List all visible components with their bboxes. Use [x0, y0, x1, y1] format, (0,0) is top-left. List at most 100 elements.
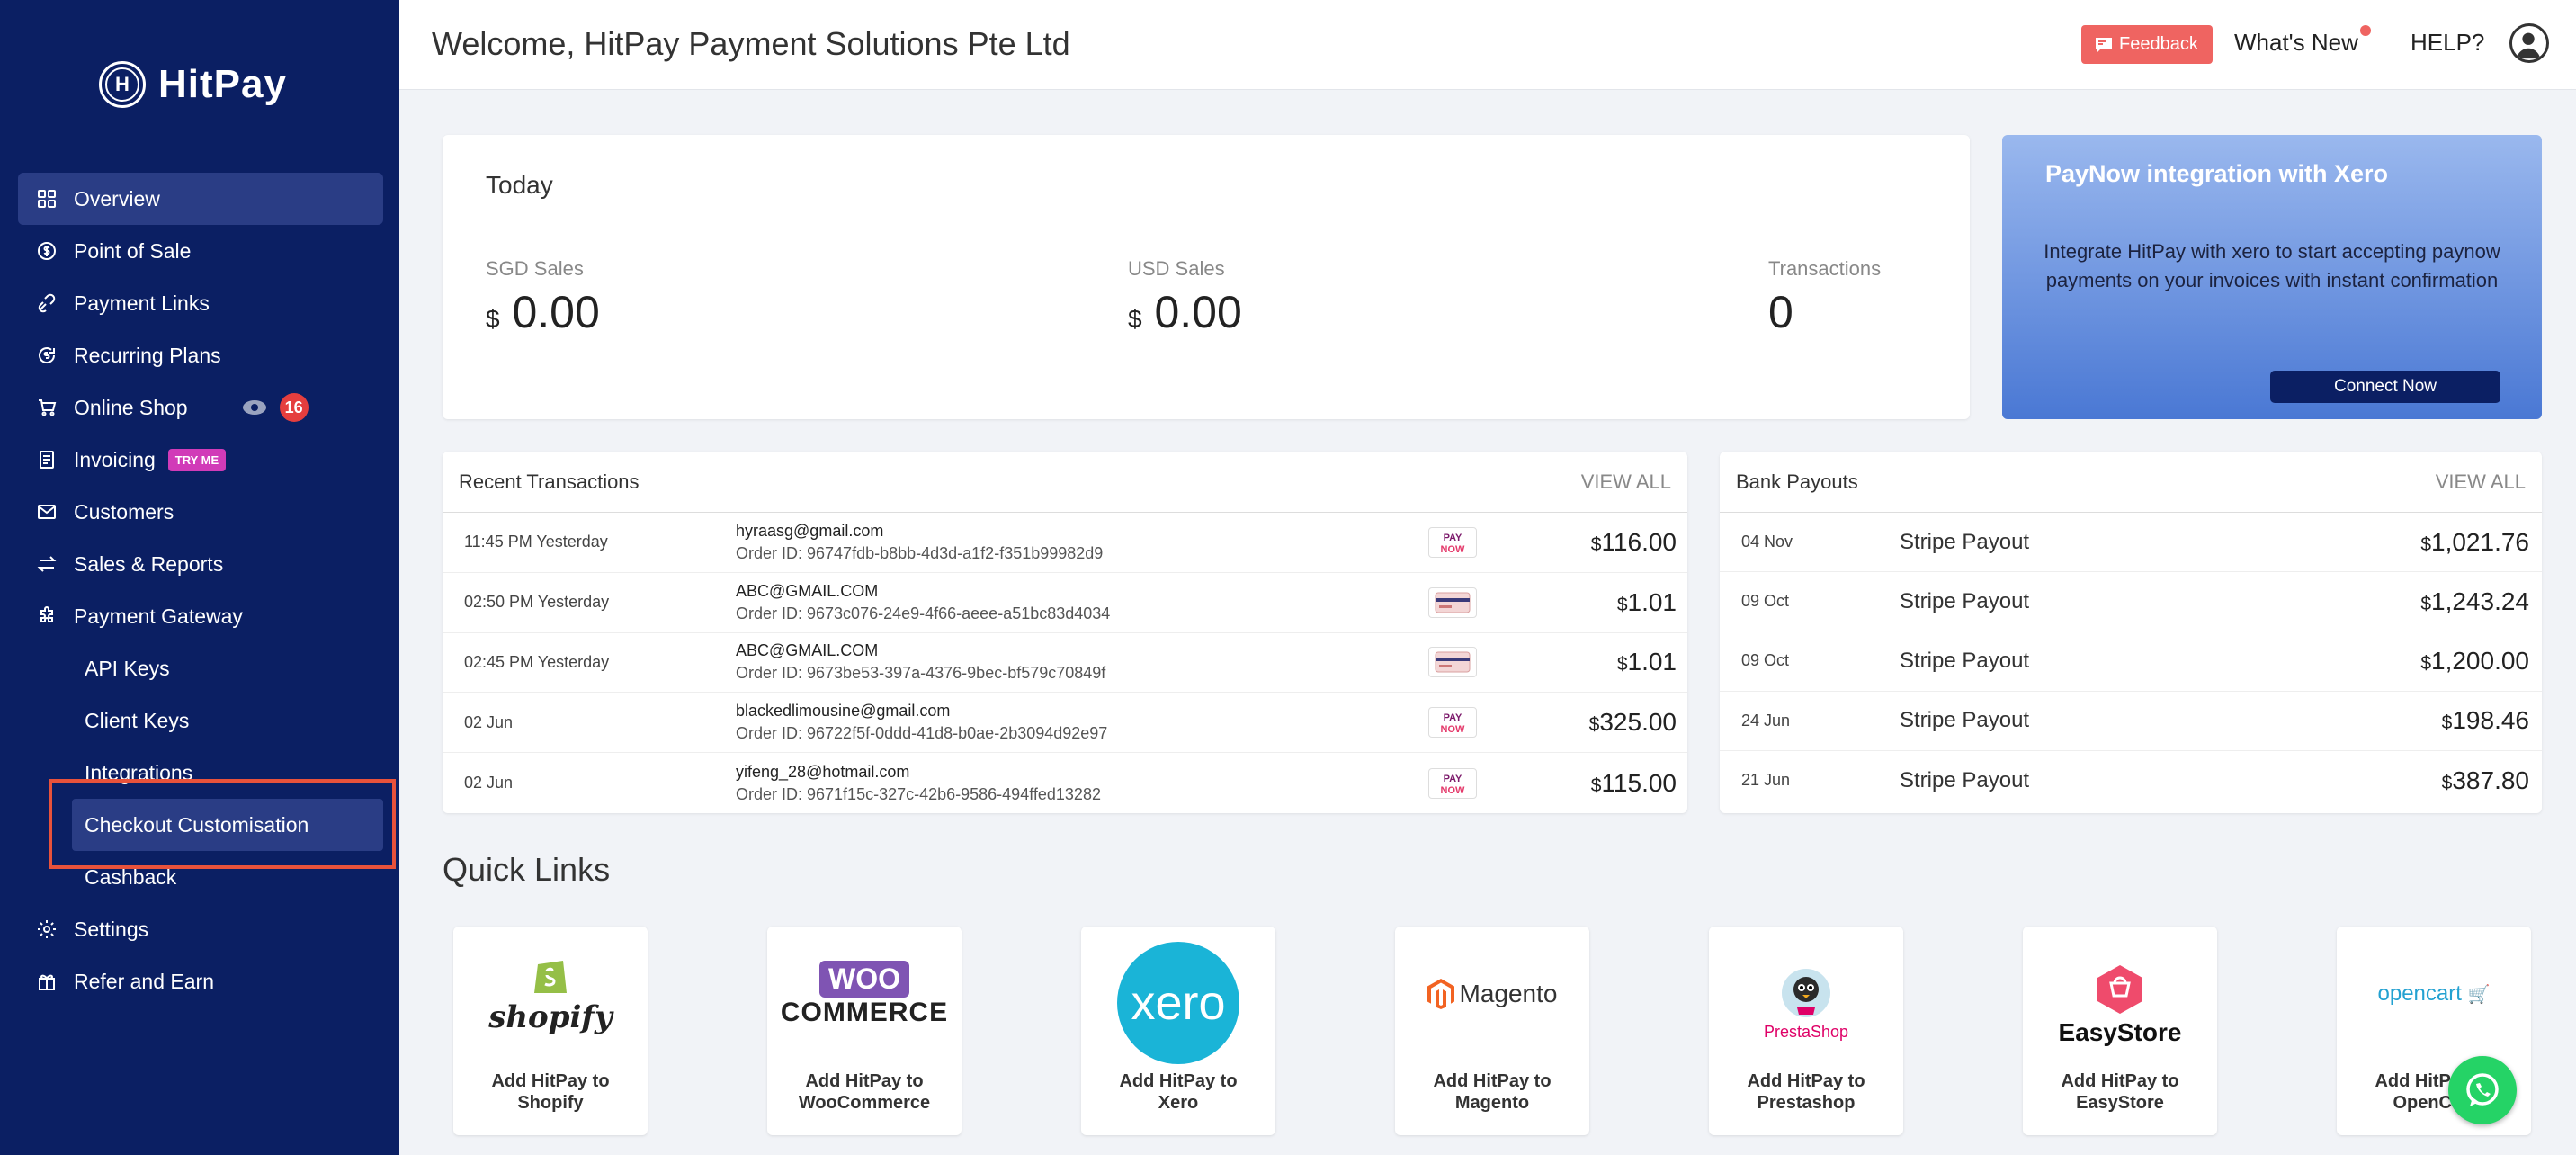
transaction-time: 02 Jun — [464, 712, 514, 731]
gift-icon — [36, 971, 58, 992]
paynow-icon: PAYNOW — [1441, 533, 1466, 555]
transaction-time: 02 Jun — [464, 774, 514, 792]
paynow-icon: PAYNOW — [1441, 712, 1466, 735]
sidebar-item-invoicing[interactable]: Invoicing TRY ME — [18, 434, 383, 486]
sidebar-item-point-of-sale[interactable]: Point of Sale — [18, 225, 383, 277]
view-all-transactions-link[interactable]: VIEW ALL — [1581, 470, 1671, 494]
view-all-payouts-link[interactable]: VIEW ALL — [2436, 470, 2526, 494]
prestashop-logo: PrestaShop — [1764, 968, 1848, 1042]
sidebar-item-settings[interactable]: Settings — [18, 903, 383, 955]
quick-link-shopify[interactable]: shopify Add HitPay to Shopify — [453, 927, 648, 1135]
hitpay-logo-icon: H — [99, 61, 146, 108]
shopify-logo: shopify — [488, 954, 613, 1035]
transaction-row[interactable]: 11:45 PM Yesterday hyraasg@gmail.com Order… — [443, 513, 1687, 573]
transaction-row[interactable]: 02:50 PM Yesterday ABC@GMAIL.COM Order ID:… — [443, 573, 1687, 633]
payout-row[interactable]: 04 Nov Stripe Payout $1,021.76 — [1720, 513, 2542, 573]
sidebar-item-sales-reports[interactable]: Sales & Reports — [18, 538, 383, 590]
payment-method: PAY NOW — [1428, 526, 1477, 558]
opencart-logo: opencart 🛒 — [2377, 981, 2491, 1006]
brand-name: HitPay — [158, 62, 287, 106]
payout-date: 21 Jun — [1741, 771, 1791, 790]
connect-now-button[interactable]: Connect Now — [2270, 371, 2500, 403]
payout-description: Stripe Payout — [1900, 648, 2030, 673]
payment-method — [1428, 647, 1477, 678]
transaction-time: 11:45 PM Yesterday — [464, 533, 608, 551]
promo-body: Integrate HitPay with xero to start acce… — [2044, 240, 2500, 291]
quick-link-prestashop[interactable]: PrestaShop Add HitPay to Prestashop — [1709, 927, 1903, 1135]
woocommerce-logo: WOO COMMERCE — [780, 960, 949, 1027]
top-bar: Welcome, HitPay Payment Solutions Pte Lt… — [399, 0, 2576, 90]
sidebar-item-overview[interactable]: Overview — [18, 173, 383, 225]
quick-link-xero[interactable]: xero Add HitPay to Xero — [1081, 927, 1275, 1135]
feedback-button[interactable]: Feedback — [2081, 25, 2213, 64]
sidebar-item-label: Settings — [74, 917, 149, 941]
transaction-amount: $116.00 — [1590, 527, 1677, 556]
sidebar-item-label: Overview — [74, 186, 160, 210]
sidebar-item-online-shop[interactable]: Online Shop 16 — [18, 381, 383, 434]
magento-logo: Magento — [1427, 979, 1557, 1009]
transaction-amount: $1.01 — [1616, 648, 1677, 676]
sidebar-item-label: Payment Gateway — [74, 604, 243, 628]
payout-description: Stripe Payout — [1900, 767, 2030, 792]
sidebar-item-recurring-plans[interactable]: Recurring Plans — [18, 329, 383, 381]
help-link[interactable]: HELP? — [2411, 29, 2484, 57]
transaction-order-id: Order ID: 9673c076-24e9-4f66-aeee-a51bc8… — [736, 604, 1111, 622]
link-icon — [36, 292, 58, 314]
payouts-list: 04 Nov Stripe Payout $1,021.76 09 Oct Stripe… — [1720, 513, 2542, 810]
card-icon — [1435, 651, 1471, 673]
transaction-row[interactable]: 02 Jun yifeng_28@hotmail.com Order ID: 967… — [443, 753, 1687, 813]
notification-dot — [2359, 25, 2371, 36]
transaction-email: ABC@GMAIL.COM — [736, 581, 879, 600]
notification-count-badge: 16 — [279, 393, 309, 422]
sidebar-item-payment-gateway[interactable]: Payment Gateway — [18, 590, 383, 642]
payout-amount: $1,021.76 — [2420, 527, 2529, 556]
payout-row[interactable]: 24 Jun Stripe Payout $198.46 — [1720, 692, 2542, 751]
arrows-icon — [36, 553, 58, 575]
sidebar-subitem-client-keys[interactable]: Client Keys — [18, 694, 383, 747]
whatsapp-icon — [2466, 1073, 2499, 1106]
transaction-order-id: Order ID: 9671f15c-327c-42b6-9586-494ffe… — [736, 784, 1101, 803]
transactions-title: Recent Transactions — [459, 470, 640, 493]
whats-new-link[interactable]: What's New — [2234, 25, 2371, 57]
hitpay-logo[interactable]: H HitPay — [99, 61, 287, 108]
quick-link-woocommerce[interactable]: WOO COMMERCE Add HitPay to WooCommerce — [767, 927, 962, 1135]
payout-description: Stripe Payout — [1900, 529, 2030, 554]
sidebar-item-label: Invoicing — [74, 447, 156, 471]
payout-row[interactable]: 09 Oct Stripe Payout $1,243.24 — [1720, 572, 2542, 632]
sidebar-item-label: Recurring Plans — [74, 343, 221, 367]
transaction-email: yifeng_28@hotmail.com — [736, 762, 910, 781]
transaction-amount: $115.00 — [1590, 768, 1677, 797]
payout-row[interactable]: 09 Oct Stripe Payout $1,200.00 — [1720, 631, 2542, 692]
feedback-icon — [2096, 37, 2112, 52]
transaction-row[interactable]: 02:45 PM Yesterday ABC@GMAIL.COM Order ID:… — [443, 633, 1687, 694]
card-icon — [1435, 592, 1471, 613]
payment-method: PAY NOW — [1428, 767, 1477, 799]
whatsapp-chat-button[interactable] — [2448, 1056, 2517, 1124]
transaction-row[interactable]: 02 Jun blackedlimousine@gmail.com Order ID… — [443, 693, 1687, 754]
transaction-amount: $1.01 — [1616, 587, 1677, 616]
gear-icon — [36, 918, 58, 940]
sidebar-item-refer-and-earn[interactable]: Refer and Earn — [18, 955, 383, 1007]
mail-icon — [36, 501, 58, 523]
payout-amount: $198.46 — [2441, 706, 2529, 735]
sgd-sales-stat: SGD Sales $ 0.00 — [486, 257, 600, 337]
svg-text:PAY: PAY — [1444, 533, 1462, 543]
invoice-icon — [36, 449, 58, 470]
sidebar-subitem-api-keys[interactable]: API Keys — [18, 642, 383, 694]
payout-row[interactable]: 21 Jun Stripe Payout $387.80 — [1720, 751, 2542, 810]
grid-icon — [36, 188, 58, 210]
eye-icon[interactable] — [242, 399, 267, 416]
user-avatar-icon[interactable] — [2509, 23, 2549, 63]
transaction-order-id: Order ID: 96747fdb-b8bb-4d3d-a1f2-f351b9… — [736, 543, 1104, 562]
payout-date: 24 Jun — [1741, 711, 1791, 730]
quick-link-magento[interactable]: Magento Add HitPay to Magento — [1395, 927, 1589, 1135]
sidebar-item-payment-links[interactable]: Payment Links — [18, 277, 383, 329]
xero-promo-card: PayNow integration with Xero Integrate H… — [2002, 135, 2542, 419]
sidebar-item-customers[interactable]: Customers — [18, 486, 383, 538]
quick-link-easystore[interactable]: EasyStore Add HitPay to EasyStore — [2023, 927, 2217, 1135]
try-me-badge: TRY ME — [167, 448, 227, 471]
transaction-time: 02:50 PM Yesterday — [464, 593, 610, 612]
transactions-stat: Transactions 0 — [1768, 257, 1882, 337]
payout-amount: $387.80 — [2441, 766, 2529, 794]
svg-text:PAY: PAY — [1444, 712, 1462, 723]
